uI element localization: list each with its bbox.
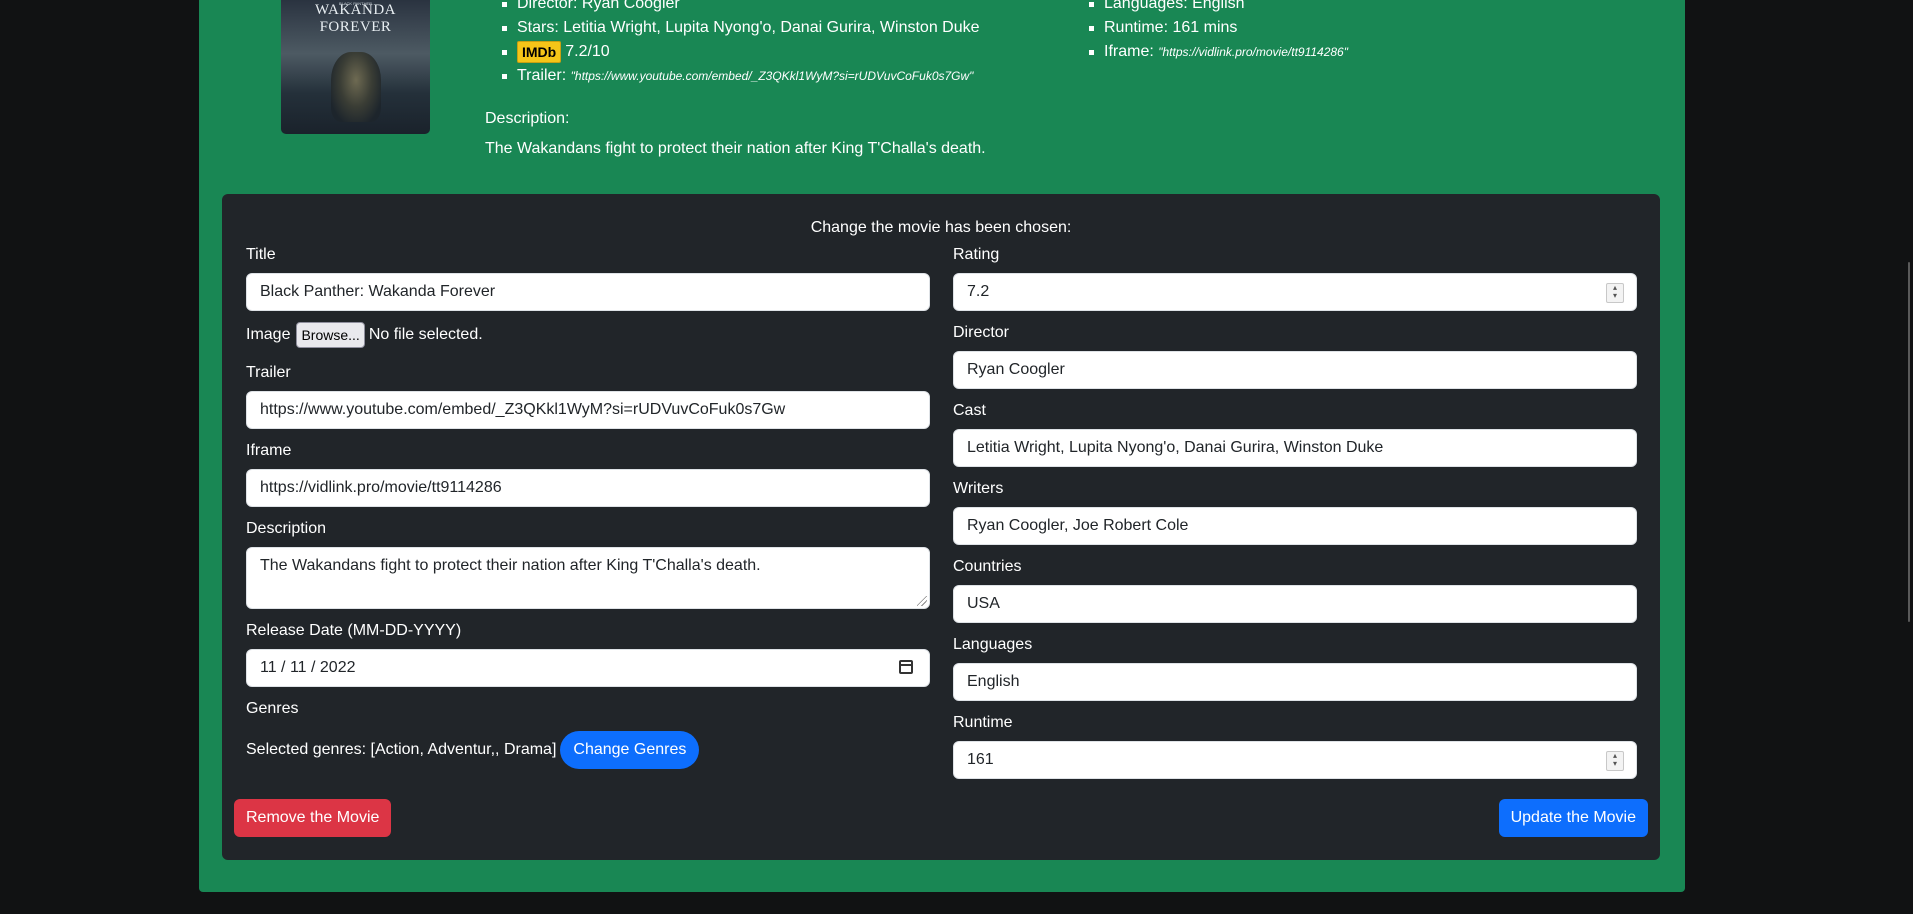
trailer-item: Trailer: "https://www.youtube.com/embed/…	[499, 64, 980, 88]
browse-button[interactable]: Browse...	[296, 321, 365, 348]
languages-item: Languages: English	[1086, 0, 1348, 16]
writers-label: Writers	[953, 480, 1004, 497]
trailer-input[interactable]: https://www.youtube.com/embed/_Z3QKkl1Wy…	[246, 391, 930, 429]
iframe-item: Iframe: "https://vidlink.pro/movie/tt911…	[1086, 40, 1348, 64]
countries-input[interactable]: USA	[953, 585, 1637, 623]
languages-input[interactable]: English	[953, 663, 1637, 701]
writers-input[interactable]: Ryan Coogler, Joe Robert Cole	[953, 507, 1637, 545]
stars-item: Stars: Letitia Wright, Lupita Nyong'o, D…	[499, 16, 980, 40]
imdb-logo: IMDb	[517, 40, 562, 63]
description-text: The Wakandans fight to protect their nat…	[485, 140, 986, 157]
trailer-label: Trailer	[246, 364, 291, 381]
calendar-icon[interactable]	[899, 660, 913, 674]
iframe-url: "https://vidlink.pro/movie/tt9114286"	[1158, 45, 1348, 59]
genres-row: Selected genres: [Action, Adventur,, Dra…	[246, 731, 700, 769]
countries-label: Countries	[953, 558, 1022, 575]
trailer-url: "https://www.youtube.com/embed/_Z3QKkl1W…	[570, 69, 974, 83]
release-date-input[interactable]: 11 / 11 / 2022	[246, 649, 930, 687]
edit-movie-form: Change the movie has been chosen: Title …	[222, 194, 1660, 860]
title-label: Title	[246, 246, 276, 263]
description-textarea[interactable]: The Wakandans fight to protect their nat…	[246, 547, 930, 609]
rating-input[interactable]: 7.2 ▴ ▾	[953, 273, 1637, 311]
number-spinner-icon[interactable]: ▴ ▾	[1606, 751, 1624, 771]
director-item: Director: Ryan Coogler	[499, 0, 980, 16]
movie-details-panel: BLACK PANTHER WAKANDA FOREVER Director: …	[199, 0, 1685, 892]
director-label: Director	[953, 324, 1010, 341]
poster-figure	[331, 52, 381, 122]
remove-movie-button[interactable]: Remove the Movie	[234, 799, 392, 837]
director-input[interactable]: Ryan Coogler	[953, 351, 1637, 389]
iframe-input[interactable]: https://vidlink.pro/movie/tt9114286	[246, 469, 930, 507]
change-genres-button[interactable]: Change Genres	[560, 731, 700, 769]
runtime-label: Runtime	[953, 714, 1013, 731]
poster-title: WAKANDA FOREVER	[315, 2, 396, 35]
runtime-input[interactable]: 161 ▴ ▾	[953, 741, 1637, 779]
cast-label: Cast	[953, 402, 986, 419]
rating-label: Rating	[953, 246, 1000, 263]
file-status: No file selected.	[368, 326, 483, 343]
page-scrollbar[interactable]	[1908, 262, 1910, 622]
title-input[interactable]: Black Panther: Wakanda Forever	[246, 273, 930, 311]
selected-genres: Selected genres: [Action, Adventur,, Dra…	[246, 741, 557, 758]
imdb-rating: 7.2/10	[565, 43, 610, 60]
genres-label: Genres	[246, 700, 299, 717]
form-heading: Change the movie has been chosen:	[810, 219, 1072, 236]
number-spinner-icon[interactable]: ▴ ▾	[1606, 283, 1624, 303]
resize-grip-icon[interactable]	[917, 596, 927, 606]
movie-info-list-left: Director: Ryan Coogler Stars: Letitia Wr…	[499, 0, 980, 88]
imdb-item: IMDb 7.2/10	[499, 40, 980, 64]
image-upload-row: Image Browse... No file selected.	[246, 320, 483, 350]
image-label: Image	[246, 326, 291, 343]
movie-info-list-right: Languages: English Runtime: 161 mins Ifr…	[1086, 0, 1348, 64]
iframe-label: Iframe	[246, 442, 292, 459]
cast-input[interactable]: Letitia Wright, Lupita Nyong'o, Danai Gu…	[953, 429, 1637, 467]
runtime-item: Runtime: 161 mins	[1086, 16, 1348, 40]
description-heading: Description:	[485, 110, 570, 127]
release-date-label: Release Date (MM-DD-YYYY)	[246, 622, 462, 639]
movie-poster: BLACK PANTHER WAKANDA FOREVER	[281, 0, 430, 134]
update-movie-button[interactable]: Update the Movie	[1498, 799, 1648, 837]
languages-label: Languages	[953, 636, 1033, 653]
description-label: Description	[246, 520, 327, 537]
